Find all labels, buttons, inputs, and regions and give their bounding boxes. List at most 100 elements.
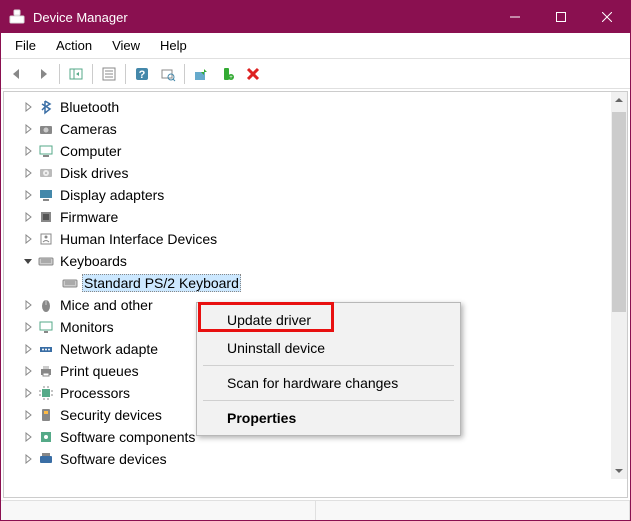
expand-icon[interactable] [22, 101, 34, 113]
status-pane [316, 501, 631, 520]
device-icon [38, 231, 54, 247]
tree-item-label: Print queues [58, 362, 141, 380]
expand-icon[interactable] [22, 365, 34, 377]
tree-item-label: Human Interface Devices [58, 230, 219, 248]
expand-icon[interactable] [22, 167, 34, 179]
tree-item[interactable]: Bluetooth [8, 96, 607, 118]
expand-icon[interactable] [22, 233, 34, 245]
properties-icon[interactable] [97, 62, 121, 86]
menu-help[interactable]: Help [150, 35, 197, 56]
ctx-separator [203, 400, 454, 401]
app-icon [9, 9, 25, 25]
tree-item[interactable]: Cameras [8, 118, 607, 140]
window-controls [492, 1, 630, 33]
tree-item-label: Firmware [58, 208, 120, 226]
tree-item-label: Monitors [58, 318, 116, 336]
tree-item-label: Security devices [58, 406, 164, 424]
help-icon[interactable]: ? [130, 62, 154, 86]
device-icon [62, 275, 78, 291]
expand-icon[interactable] [22, 387, 34, 399]
toolbar: ? + [1, 59, 630, 89]
expand-icon[interactable] [22, 123, 34, 135]
titlebar: Device Manager [1, 1, 630, 33]
tree-item-label: Software components [58, 428, 197, 446]
svg-text:?: ? [139, 69, 146, 81]
tree-item-label: Cameras [58, 120, 119, 138]
add-legacy-icon[interactable]: + [215, 62, 239, 86]
show-hide-tree-icon[interactable] [64, 62, 88, 86]
back-button[interactable] [5, 62, 29, 86]
device-icon [38, 407, 54, 423]
context-menu: Update driver Uninstall device Scan for … [196, 302, 461, 436]
menu-view[interactable]: View [102, 35, 150, 56]
svg-text:+: + [229, 75, 233, 81]
tree-item-label: Computer [58, 142, 123, 160]
ctx-uninstall-device[interactable]: Uninstall device [199, 334, 458, 362]
tree-item[interactable]: Disk drives [8, 162, 607, 184]
window-title: Device Manager [33, 10, 492, 25]
minimize-button[interactable] [492, 1, 538, 33]
device-icon [38, 209, 54, 225]
scan-hardware-icon[interactable] [156, 62, 180, 86]
device-icon [38, 451, 54, 467]
toolbar-separator [184, 64, 185, 84]
update-driver-toolbar-icon[interactable] [189, 62, 213, 86]
device-icon [38, 143, 54, 159]
expand-icon[interactable] [22, 299, 34, 311]
device-icon [38, 341, 54, 357]
tree-item-label: Software devices [58, 450, 169, 468]
toolbar-separator [125, 64, 126, 84]
maximize-button[interactable] [538, 1, 584, 33]
device-icon [38, 297, 54, 313]
expand-icon[interactable] [22, 211, 34, 223]
expand-icon[interactable] [22, 343, 34, 355]
toolbar-separator [59, 64, 60, 84]
tree-item[interactable]: Human Interface Devices [8, 228, 607, 250]
tree-item[interactable]: Display adapters [8, 184, 607, 206]
tree-item[interactable]: Firmware [8, 206, 607, 228]
tree-item[interactable]: Computer [8, 140, 607, 162]
tree-child-item[interactable]: Standard PS/2 Keyboard [8, 272, 607, 294]
ctx-separator [203, 365, 454, 366]
device-icon [38, 187, 54, 203]
statusbar [1, 500, 630, 520]
device-icon [38, 363, 54, 379]
menubar: File Action View Help [1, 33, 630, 59]
scroll-down-icon[interactable] [611, 463, 627, 479]
device-icon [38, 319, 54, 335]
device-icon [38, 99, 54, 115]
uninstall-icon[interactable] [241, 62, 265, 86]
device-icon [38, 165, 54, 181]
device-icon [38, 121, 54, 137]
device-icon [38, 253, 54, 269]
scroll-thumb[interactable] [612, 112, 626, 312]
device-icon [38, 385, 54, 401]
expand-icon[interactable] [22, 453, 34, 465]
menu-file[interactable]: File [5, 35, 46, 56]
expand-icon[interactable] [46, 277, 58, 289]
tree-item-label: Disk drives [58, 164, 130, 182]
expand-icon[interactable] [22, 145, 34, 157]
tree-content: Bluetooth Cameras Computer Disk drives Displ… [3, 91, 628, 498]
scroll-up-icon[interactable] [611, 92, 627, 108]
tree-item-label: Bluetooth [58, 98, 121, 116]
device-icon [38, 429, 54, 445]
expand-icon[interactable] [22, 321, 34, 333]
tree-item[interactable]: Keyboards [8, 250, 607, 272]
expand-icon[interactable] [22, 189, 34, 201]
collapse-icon[interactable] [22, 255, 34, 267]
tree-item-label: Display adapters [58, 186, 166, 204]
ctx-update-driver[interactable]: Update driver [199, 306, 458, 334]
tree-item-label: Network adapte [58, 340, 160, 358]
close-button[interactable] [584, 1, 630, 33]
toolbar-separator [92, 64, 93, 84]
vertical-scrollbar[interactable] [611, 92, 627, 479]
tree-item[interactable]: Software devices [8, 448, 607, 470]
menu-action[interactable]: Action [46, 35, 102, 56]
ctx-properties[interactable]: Properties [199, 404, 458, 432]
expand-icon[interactable] [22, 431, 34, 443]
expand-icon[interactable] [22, 409, 34, 421]
forward-button[interactable] [31, 62, 55, 86]
status-pane [1, 501, 316, 520]
ctx-scan-hardware[interactable]: Scan for hardware changes [199, 369, 458, 397]
